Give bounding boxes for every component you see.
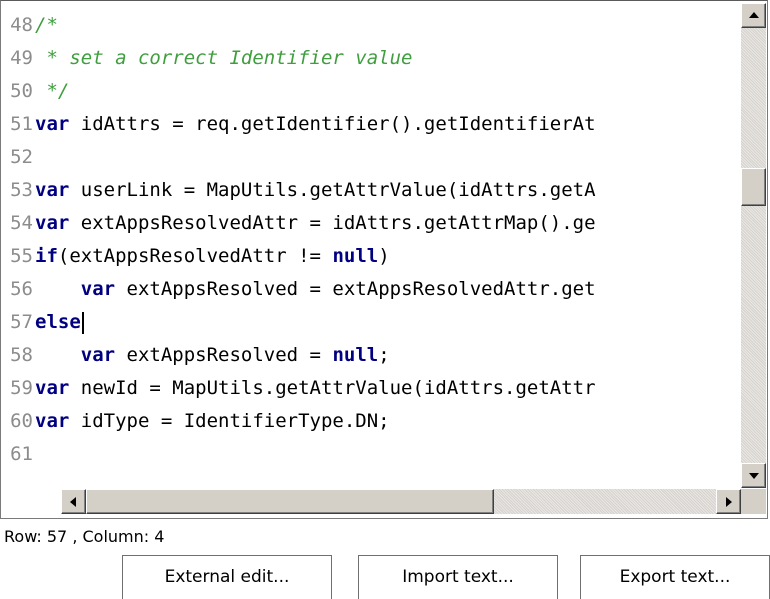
code-line[interactable]: 51 var idAttrs = req.getIdentifier().getI…	[3, 110, 596, 138]
line-number: 54	[10, 212, 33, 234]
code-comment: * set a correct Identifier value	[35, 47, 413, 69]
code-text: ;	[378, 344, 390, 366]
code-text: userLink = MapUtils.getAttrValue(idAttrs…	[69, 179, 596, 201]
line-number: 59	[10, 377, 33, 399]
horizontal-scroll-thumb[interactable]	[86, 489, 494, 514]
line-number: 51	[10, 113, 33, 135]
cursor-position-status: Row: 57 , Column: 4	[4, 527, 165, 546]
code-comment: /*	[35, 14, 58, 36]
code-keyword: null	[332, 245, 379, 267]
code-keyword: var	[35, 410, 70, 432]
code-editor[interactable]: 48/* 49 * set a correct Identifier value 5…	[3, 3, 741, 488]
scroll-left-arrow-icon	[70, 497, 76, 507]
code-line[interactable]: 56 var extAppsResolved = extAppsResolved…	[3, 275, 596, 303]
line-number: 48	[10, 14, 33, 36]
code-editor-frame: 48/* 49 * set a correct Identifier value 5…	[0, 0, 768, 519]
code-text: extAppsResolved =	[115, 344, 333, 366]
code-comment: */	[35, 80, 70, 102]
scroll-left-button[interactable]	[61, 489, 86, 514]
code-text: newId = MapUtils.getAttrValue(idAttrs.ge…	[69, 377, 596, 399]
line-number: 56	[10, 278, 33, 300]
line-number: 49	[10, 47, 33, 69]
code-text: idType = IdentifierType.DN;	[69, 410, 390, 432]
code-line[interactable]: 55 if(extAppsResolvedAttr != null)	[3, 242, 390, 270]
scroll-right-button[interactable]	[716, 489, 741, 514]
code-keyword: if	[35, 245, 58, 267]
code-keyword: var	[80, 278, 116, 300]
vertical-scroll-thumb[interactable]	[741, 168, 766, 206]
code-text: (extAppsResolvedAttr !=	[57, 245, 333, 267]
code-keyword: var	[35, 377, 70, 399]
line-number: 50	[10, 80, 33, 102]
code-keyword: null	[332, 344, 379, 366]
code-text: extAppsResolved = extAppsResolvedAttr.ge…	[115, 278, 596, 300]
external-edit-button[interactable]: External edit...	[122, 555, 332, 599]
import-text-button[interactable]: Import text...	[358, 555, 558, 599]
scroll-up-arrow-icon	[749, 12, 759, 18]
code-line[interactable]: 49 * set a correct Identifier value	[3, 44, 413, 72]
line-number: 61	[10, 443, 33, 465]
code-keyword: var	[35, 113, 70, 135]
code-keyword: var	[35, 179, 70, 201]
line-number: 58	[10, 344, 33, 366]
code-line[interactable]: 59 var newId = MapUtils.getAttrValue(idAt…	[3, 374, 596, 402]
code-line[interactable]: 54 var extAppsResolvedAttr = idAttrs.getA…	[3, 209, 596, 237]
line-number: 55	[10, 245, 33, 267]
code-line[interactable]: 50 */	[3, 77, 69, 105]
line-number: 52	[10, 146, 33, 168]
code-keyword: var	[35, 212, 70, 234]
scroll-down-arrow-icon	[749, 473, 759, 479]
code-line[interactable]: 48/*	[3, 11, 58, 39]
scroll-up-button[interactable]	[741, 3, 766, 28]
code-line[interactable]: 53 var userLink = MapUtils.getAttrValue(i…	[3, 176, 596, 204]
code-text: )	[378, 245, 390, 267]
scroll-down-button[interactable]	[741, 463, 766, 488]
scrollbar-corner	[741, 489, 766, 514]
export-text-button[interactable]: Export text...	[580, 555, 770, 599]
code-text: extAppsResolvedAttr = idAttrs.getAttrMap…	[69, 212, 596, 234]
vertical-scrollbar[interactable]	[741, 3, 766, 488]
code-line[interactable]: 52	[3, 143, 35, 171]
line-number: 53	[10, 179, 33, 201]
text-caret	[81, 311, 84, 334]
code-text: idAttrs = req.getIdentifier().getIdentif…	[69, 113, 596, 135]
scroll-right-arrow-icon	[726, 497, 732, 507]
line-number: 57	[10, 311, 33, 333]
code-keyword: var	[80, 344, 116, 366]
code-line[interactable]: 61	[3, 440, 35, 468]
code-line[interactable]: 58 var extAppsResolved = null;	[3, 341, 390, 369]
horizontal-scrollbar[interactable]	[61, 489, 741, 514]
line-number: 60	[10, 410, 33, 432]
code-line[interactable]: 57 else	[3, 308, 84, 336]
code-line[interactable]: 60 var idType = IdentifierType.DN;	[3, 407, 390, 435]
code-keyword: else	[35, 311, 81, 333]
